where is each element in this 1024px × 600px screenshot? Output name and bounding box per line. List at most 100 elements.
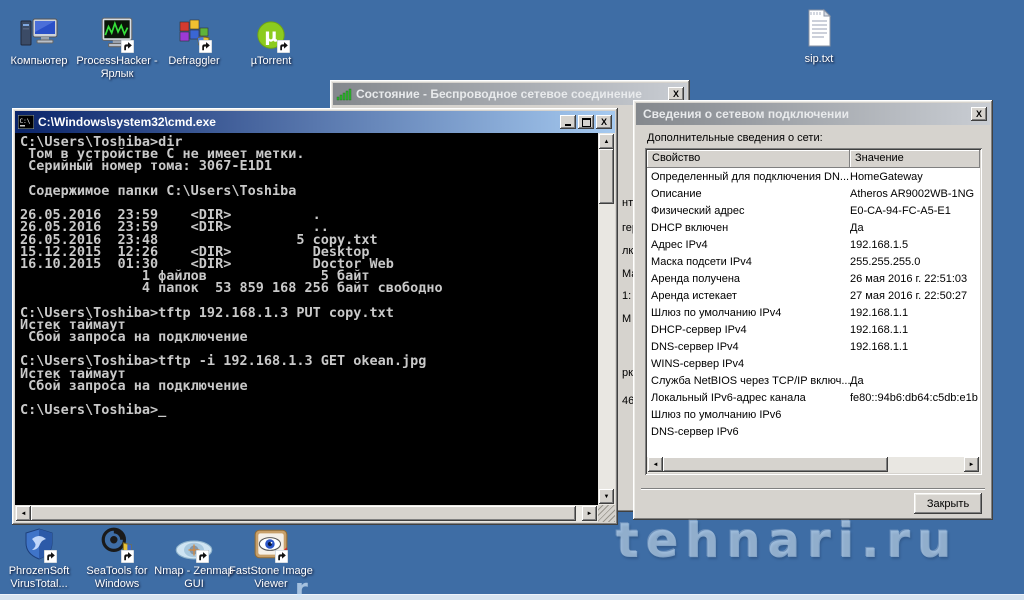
details-dialog-titlebar[interactable]: Сведения о сетевом подключении X	[636, 103, 990, 125]
column-header-value[interactable]: Значение	[850, 150, 980, 168]
property-cell: DNS-сервер IPv6	[651, 425, 739, 438]
shortcut-arrow-icon	[44, 550, 57, 563]
property-cell: Служба NetBIOS через TCP/IP включ...	[651, 374, 850, 387]
desktop-icon-label: µTorrent	[250, 55, 292, 67]
cmd-title: C:\Windows\system32\cmd.exe	[38, 115, 216, 129]
table-row[interactable]: Маска подсети IPv4 255.255.255.0	[647, 253, 980, 270]
table-row[interactable]: DHCP включен Да	[647, 219, 980, 236]
shortcut-arrow-icon	[277, 40, 290, 53]
property-cell: Адрес IPv4	[651, 238, 708, 251]
scroll-right-icon[interactable]: ►	[582, 506, 597, 521]
property-cell: Аренда получена	[651, 272, 741, 285]
details-table: Свойство Значение Определенный для подкл…	[645, 148, 982, 475]
property-cell: Шлюз по умолчанию IPv4	[651, 306, 782, 319]
table-row[interactable]: Шлюз по умолчанию IPv4 192.168.1.1	[647, 304, 980, 321]
desktop-icon-torrent[interactable]: µ µTorrent	[228, 6, 314, 68]
minimize-icon[interactable]	[560, 115, 576, 129]
desktop-icon-компьютер[interactable]: Компьютер	[0, 6, 82, 68]
table-row[interactable]: DNS-сервер IPv4 192.168.1.1	[647, 338, 980, 355]
svg-text:C:\: C:\	[20, 118, 31, 125]
table-row[interactable]: Физический адрес E0-CA-94-FC-A5-E1	[647, 202, 980, 219]
desktop-icon-sip-txt[interactable]: sip.txt	[776, 4, 862, 66]
console-line: 4 папок 53 859 168 256 байт свободно	[20, 280, 443, 297]
separator	[641, 488, 985, 490]
cmd-window: C:\ C:\Windows\system32\cmd.exe X C:\Use…	[12, 108, 618, 525]
details-table-header: Свойство Значение	[647, 150, 980, 168]
scroll-left-icon[interactable]: ◄	[16, 506, 31, 521]
table-row[interactable]: Локальный IPv6-адрес канала fe80::94b6:db…	[647, 389, 980, 406]
table-row[interactable]: WINS-сервер IPv4	[647, 355, 980, 372]
property-cell: Описание	[651, 187, 702, 200]
signal-bars-icon	[336, 87, 352, 101]
horizontal-scrollbar[interactable]: ◄ ►	[15, 505, 598, 522]
status-text-fragment: рк	[622, 367, 633, 379]
status-text-fragment: М	[622, 313, 632, 325]
network-details-dialog: Сведения о сетевом подключении X Дополни…	[633, 100, 993, 520]
desktop-icon-nmap-zenmap-gui[interactable]: Nmap - Zenmap GUI	[151, 516, 237, 591]
desktop-icon-phrozensoft-virustotal[interactable]: PhrozenSoft VirusTotal...	[0, 516, 82, 591]
cmd-icon: C:\	[18, 115, 34, 129]
column-header-property[interactable]: Свойство	[647, 150, 850, 168]
scroll-down-icon[interactable]: ▼	[599, 489, 614, 504]
table-row[interactable]: Определенный для подключения DN... HomeGa…	[647, 168, 980, 185]
table-row[interactable]: Аренда получена 26 мая 2016 г. 22:51:03	[647, 270, 980, 287]
desktop-icon-label: ProcessHacker - Ярлык	[76, 55, 158, 80]
table-row[interactable]: DNS-сервер IPv6	[647, 423, 980, 440]
desktop-icon-defraggler[interactable]: Defraggler	[151, 6, 237, 68]
property-cell: DHCP-сервер IPv4	[651, 323, 747, 336]
table-row[interactable]: DHCP-сервер IPv4 192.168.1.1	[647, 321, 980, 338]
desktop-icon-seatools-for-windows[interactable]: SeaTools for Windows	[74, 516, 160, 591]
value-cell: HomeGateway	[850, 170, 923, 183]
scroll-left-icon[interactable]: ◄	[648, 457, 663, 472]
maximize-icon[interactable]	[578, 115, 594, 129]
value-cell: 192.168.1.1	[850, 340, 909, 353]
close-icon[interactable]: X	[668, 87, 684, 101]
watermark: tehnari.ru	[616, 513, 959, 569]
value-cell: 26 мая 2016 г. 22:51:03	[850, 272, 968, 285]
close-icon[interactable]: X	[971, 107, 987, 121]
console-text: C:\Users\Toshiba>dir Том в устройстве C …	[15, 133, 598, 417]
property-cell: Локальный IPv6-адрес канала	[651, 391, 806, 404]
property-cell: Маска подсети IPv4	[651, 255, 752, 268]
table-row[interactable]: Адрес IPv4 192.168.1.5	[647, 236, 980, 253]
desktop: Компьютер ProcessHacker - Ярлык Defraggler…	[0, 0, 1024, 600]
desktop-icon-label: Defraggler	[168, 55, 220, 67]
process-hacker-icon	[99, 6, 135, 53]
table-row[interactable]: Служба NetBIOS через TCP/IP включ... Да	[647, 372, 980, 389]
resize-grip[interactable]	[598, 505, 615, 522]
property-cell: Шлюз по умолчанию IPv6	[651, 408, 782, 421]
desktop-icon-label: PhrozenSoft VirusTotal...	[8, 565, 70, 590]
scroll-up-icon[interactable]: ▲	[599, 134, 614, 149]
vertical-scrollbar[interactable]: ▲ ▼	[598, 133, 615, 505]
table-row[interactable]: Аренда истекает 27 мая 2016 г. 22:50:27	[647, 287, 980, 304]
text-file-icon	[802, 4, 836, 50]
property-cell: Физический адрес	[651, 204, 745, 217]
details-horizontal-scrollbar[interactable]: ◄ ►	[647, 457, 980, 473]
details-scroll-thumb[interactable]	[663, 457, 888, 472]
value-cell: fe80::94b6:db64:c5db:e1b	[850, 391, 978, 404]
table-row[interactable]: Описание Atheros AR9002WB-1NG	[647, 185, 980, 202]
shortcut-arrow-icon	[196, 550, 209, 563]
vertical-scroll-thumb[interactable]	[599, 149, 614, 204]
close-icon[interactable]: X	[596, 115, 612, 129]
desktop-icon-faststone-image-viewer[interactable]: FastStone Image Viewer	[228, 516, 314, 591]
desktop-icon-label: Nmap - Zenmap GUI	[154, 565, 234, 590]
status-text-fragment: 1:	[622, 290, 632, 302]
property-cell: WINS-сервер IPv4	[651, 357, 745, 370]
console-output[interactable]: C:\Users\Toshiba>dir Том в устройстве C …	[15, 133, 598, 505]
console-line: Сбой запроса на подключение	[20, 329, 248, 345]
value-cell: 192.168.1.1	[850, 306, 909, 319]
details-subtitle: Дополнительные сведения о сети:	[647, 132, 823, 144]
computer-icon	[20, 6, 58, 52]
shortcut-arrow-icon	[199, 40, 212, 53]
property-cell: DHCP включен	[651, 221, 729, 234]
scroll-right-icon[interactable]: ►	[964, 457, 979, 472]
cmd-titlebar[interactable]: C:\ C:\Windows\system32\cmd.exe X	[15, 111, 615, 133]
value-cell: E0-CA-94-FC-A5-E1	[850, 204, 951, 217]
table-row[interactable]: Шлюз по умолчанию IPv6	[647, 406, 980, 423]
value-cell: Atheros AR9002WB-1NG	[850, 187, 975, 200]
close-dialog-button[interactable]: Закрыть	[914, 493, 982, 514]
horizontal-scroll-thumb[interactable]	[31, 506, 576, 521]
value-cell: Да	[850, 374, 864, 387]
desktop-icon-processhacker-ярлык[interactable]: ProcessHacker - Ярлык	[74, 6, 160, 81]
